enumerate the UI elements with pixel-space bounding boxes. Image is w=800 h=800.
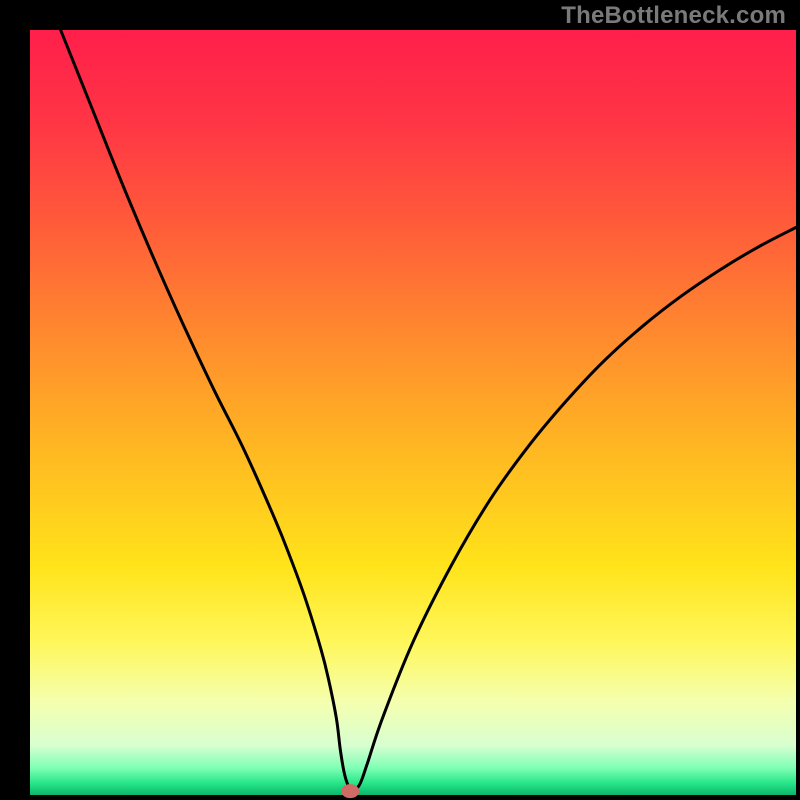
chart-frame: TheBottleneck.com — [0, 0, 800, 800]
plot-area — [30, 30, 796, 795]
optimal-point-marker — [341, 784, 359, 798]
bottleneck-chart — [0, 0, 800, 800]
watermark-text: TheBottleneck.com — [561, 2, 786, 30]
